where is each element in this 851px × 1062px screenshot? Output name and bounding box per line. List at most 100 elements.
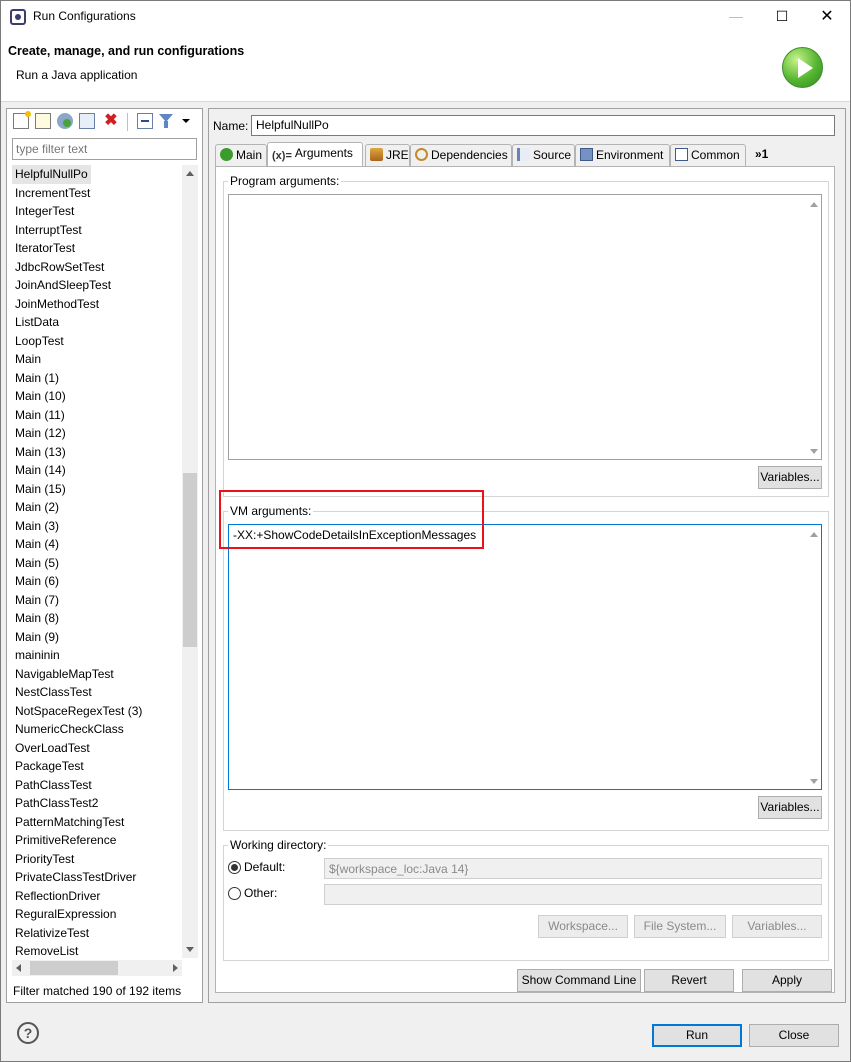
program-variables-button[interactable]: Variables...	[758, 466, 822, 489]
scroll-up-icon[interactable]	[810, 532, 818, 537]
list-item[interactable]: PrivateClassTestDriver	[12, 868, 182, 887]
list-horizontal-scrollbar[interactable]	[12, 960, 182, 976]
name-field[interactable]: HelpfulNullPo	[251, 115, 835, 136]
list-item[interactable]: OverLoadTest	[12, 739, 182, 758]
list-item[interactable]: RelativizeTest	[12, 924, 182, 943]
tab-jre[interactable]: JRE	[365, 144, 410, 166]
tab-source[interactable]: Source	[512, 144, 575, 166]
list-item[interactable]: PatternMatchingTest	[12, 813, 182, 832]
list-item[interactable]: Main (13)	[12, 443, 182, 462]
scroll-left-icon[interactable]	[16, 964, 21, 972]
list-item[interactable]: maininin	[12, 646, 182, 665]
apply-button[interactable]: Apply	[742, 969, 832, 992]
vm-arguments-field[interactable]: -XX:+ShowCodeDetailsInExceptionMessages	[228, 524, 822, 790]
list-item[interactable]: Main (1)	[12, 369, 182, 388]
list-item[interactable]: PathClassTest	[12, 776, 182, 795]
minimize-button[interactable]: —	[713, 1, 759, 32]
list-item[interactable]: HelpfulNullPo	[12, 165, 91, 184]
list-item[interactable]: ReflectionDriver	[12, 887, 182, 906]
collapse-all-icon[interactable]	[137, 113, 153, 129]
more-tabs-chevron-icon[interactable]: »1	[755, 147, 768, 161]
list-item[interactable]: Main (5)	[12, 554, 182, 573]
list-item[interactable]: Main (6)	[12, 572, 182, 591]
list-item[interactable]: JdbcRowSetTest	[12, 258, 182, 277]
tab-environment[interactable]: Environment	[575, 144, 670, 166]
working-directory-label: Working directory:	[228, 838, 329, 852]
revert-button[interactable]: Revert	[644, 969, 734, 992]
main-class-icon	[220, 148, 233, 161]
list-item[interactable]: LoopTest	[12, 332, 182, 351]
tab-arguments-label: Arguments	[294, 146, 353, 160]
scroll-up-icon[interactable]	[186, 171, 194, 176]
header-title: Create, manage, and run configurations	[8, 44, 245, 58]
list-item[interactable]: InterruptTest	[12, 221, 182, 240]
list-item[interactable]: ReguralExpression	[12, 905, 182, 924]
list-item[interactable]: Main (8)	[12, 609, 182, 628]
list-item[interactable]: PathClassTest2	[12, 794, 182, 813]
export-configuration-icon[interactable]	[57, 113, 73, 129]
list-item[interactable]: Main (12)	[12, 424, 182, 443]
default-radio[interactable]	[228, 861, 241, 874]
workspace-button[interactable]: Workspace...	[538, 915, 628, 938]
list-item[interactable]: Main (3)	[12, 517, 182, 536]
tab-main[interactable]: Main	[215, 144, 267, 166]
list-item[interactable]: IntegerTest	[12, 202, 182, 221]
duplicate-configuration-icon[interactable]	[79, 113, 95, 129]
new-prototype-icon[interactable]	[35, 113, 51, 129]
list-item[interactable]: RemoveList	[12, 942, 182, 958]
scroll-down-icon[interactable]	[810, 779, 818, 784]
list-item[interactable]: Main (7)	[12, 591, 182, 610]
list-item[interactable]: ListData	[12, 313, 182, 332]
filter-icon[interactable]	[159, 113, 173, 129]
working-dir-variables-button[interactable]: Variables...	[732, 915, 822, 938]
list-vertical-scrollbar[interactable]	[182, 165, 198, 958]
scroll-right-icon[interactable]	[173, 964, 178, 972]
close-button[interactable]: Close	[749, 1024, 839, 1047]
help-icon[interactable]: ?	[17, 1022, 39, 1044]
other-radio[interactable]	[228, 887, 241, 900]
new-configuration-icon[interactable]	[13, 111, 31, 129]
scrollbar-thumb[interactable]	[183, 473, 197, 647]
tab-arguments[interactable]: (x)= Arguments	[267, 142, 363, 166]
view-menu-chevron-down-icon[interactable]	[181, 113, 191, 129]
list-item[interactable]: Main (10)	[12, 387, 182, 406]
list-item[interactable]: Main (4)	[12, 535, 182, 554]
list-item[interactable]: Main (14)	[12, 461, 182, 480]
scroll-down-icon[interactable]	[186, 947, 194, 952]
list-item[interactable]: PrimitiveReference	[12, 831, 182, 850]
list-item[interactable]: Main	[12, 350, 182, 369]
close-window-button[interactable]: ✕	[804, 1, 850, 32]
list-item[interactable]: Main (11)	[12, 406, 182, 425]
tab-common[interactable]: Common	[670, 144, 746, 166]
maximize-button[interactable]: ☐	[759, 1, 805, 32]
list-item[interactable]: IncrementTest	[12, 184, 182, 203]
show-command-line-button[interactable]: Show Command Line	[517, 969, 641, 992]
list-item[interactable]: PriorityTest	[12, 850, 182, 869]
list-item[interactable]: JoinAndSleepTest	[12, 276, 182, 295]
run-button[interactable]: Run	[652, 1024, 742, 1047]
delete-configuration-icon[interactable]: ✖	[103, 113, 119, 129]
list-item[interactable]: PackageTest	[12, 757, 182, 776]
common-icon	[675, 148, 688, 161]
header-subtitle: Run a Java application	[16, 68, 138, 82]
program-arguments-field[interactable]	[228, 194, 822, 460]
list-item[interactable]: NumericCheckClass	[12, 720, 182, 739]
tab-dependencies[interactable]: Dependencies	[410, 144, 512, 166]
vm-variables-button[interactable]: Variables...	[758, 796, 822, 819]
file-system-button[interactable]: File System...	[634, 915, 726, 938]
list-item[interactable]: Main (15)	[12, 480, 182, 499]
dialog-header: Create, manage, and run configurations R…	[1, 32, 850, 102]
list-item[interactable]: NotSpaceRegexTest (3)	[12, 702, 182, 721]
list-item[interactable]: Main (9)	[12, 628, 182, 647]
default-label: Default:	[244, 860, 286, 874]
name-label: Name:	[213, 119, 249, 133]
scroll-down-icon[interactable]	[810, 449, 818, 454]
scroll-up-icon[interactable]	[810, 202, 818, 207]
list-item[interactable]: NestClassTest	[12, 683, 182, 702]
list-item[interactable]: JoinMethodTest	[12, 295, 182, 314]
list-item[interactable]: IteratorTest	[12, 239, 182, 258]
hscrollbar-thumb[interactable]	[30, 961, 118, 975]
filter-input[interactable]	[12, 138, 197, 160]
list-item[interactable]: Main (2)	[12, 498, 182, 517]
list-item[interactable]: NavigableMapTest	[12, 665, 182, 684]
